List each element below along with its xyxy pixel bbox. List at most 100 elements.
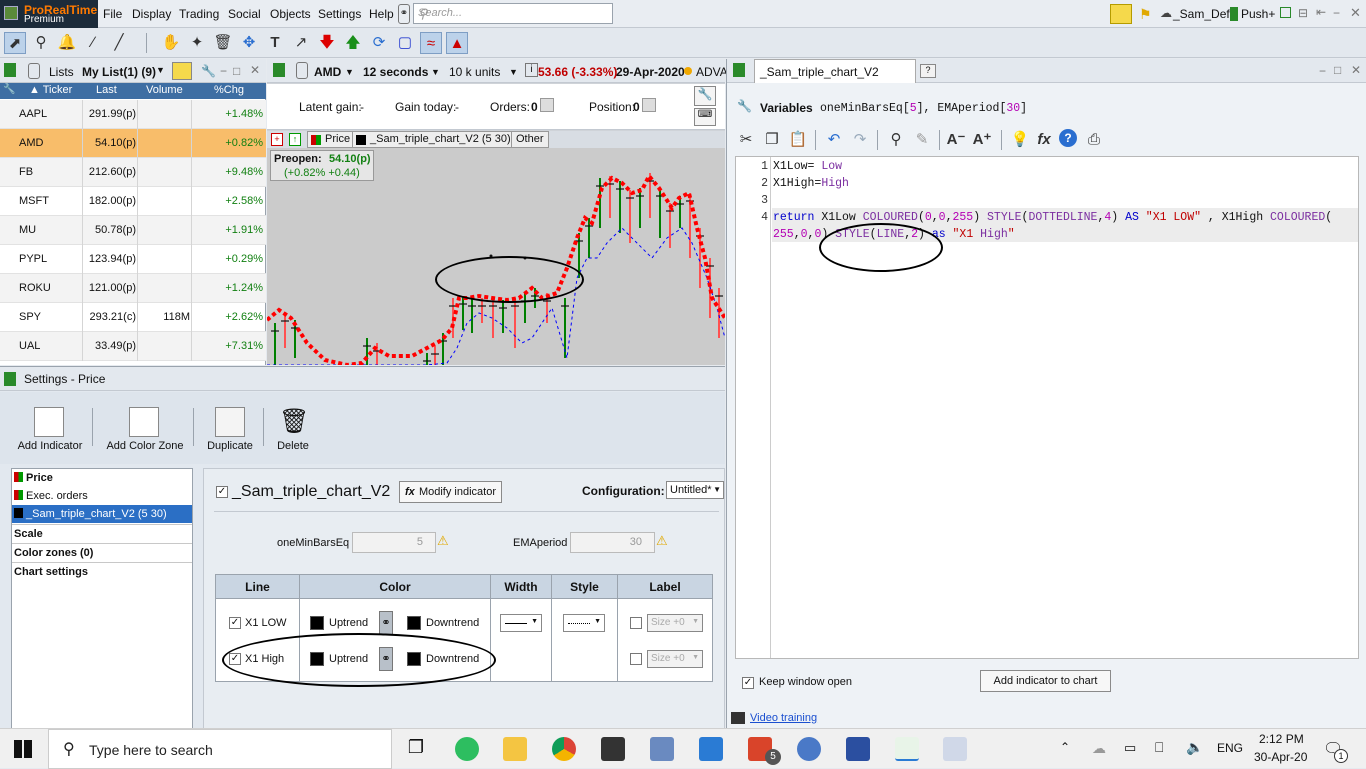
powershell-icon[interactable] bbox=[846, 737, 870, 761]
rectangle-tool-icon[interactable]: ▢ bbox=[394, 32, 416, 54]
up-icon[interactable]: ↑ bbox=[289, 133, 301, 146]
watchlist-row[interactable]: AAPL 291.99(p) +1.48% bbox=[0, 100, 266, 129]
help-tab-icon[interactable]: ? bbox=[920, 64, 936, 78]
tab-indicator[interactable]: _Sam_triple_chart_V2 (5 30) bbox=[352, 131, 515, 148]
redo-icon[interactable]: ↷ bbox=[849, 129, 871, 151]
col-ticker[interactable]: ▲ Ticker bbox=[29, 84, 72, 96]
configuration-select[interactable]: Untitled* ▼ bbox=[666, 481, 724, 499]
add-indicator-to-chart-button[interactable]: Add indicator to chart bbox=[980, 670, 1111, 692]
print-icon[interactable]: ⎙ bbox=[1083, 129, 1105, 151]
watchlist-row[interactable]: AMD 54.10(p) +0.82% bbox=[0, 129, 266, 158]
push-label[interactable]: Push+ bbox=[1241, 7, 1275, 21]
menu-file[interactable]: File bbox=[103, 7, 122, 21]
search-input[interactable]: Search... ⚲ bbox=[413, 3, 613, 24]
watchlist-row[interactable]: MSFT 182.00(p) +2.58% bbox=[0, 187, 266, 216]
tab-price[interactable]: Price bbox=[307, 131, 355, 148]
comment-icon[interactable]: ✎ bbox=[911, 129, 933, 151]
label-size-select[interactable]: Size +0 ▼ bbox=[647, 650, 703, 668]
code-line[interactable]: X1High=High bbox=[773, 177, 849, 190]
tree-item-indicator[interactable]: _Sam_triple_chart_V2 (5 30) bbox=[12, 505, 192, 523]
undo-icon[interactable]: ↶ bbox=[823, 129, 845, 151]
snip-icon[interactable] bbox=[943, 737, 967, 761]
tab-other[interactable]: Other bbox=[511, 131, 549, 148]
link-icon[interactable] bbox=[296, 62, 308, 79]
tree-item-exec-orders[interactable]: Exec. orders bbox=[12, 487, 192, 505]
add-color-zone-button[interactable]: Add Color Zone bbox=[104, 440, 186, 452]
tree-section-scale[interactable]: Scale bbox=[12, 524, 192, 543]
code-line[interactable]: X1Low= Low bbox=[773, 160, 842, 173]
pencil-icon[interactable] bbox=[1110, 4, 1132, 24]
tab-editor[interactable]: _Sam_triple_chart_V2 bbox=[754, 59, 916, 83]
tree-section-color-zones[interactable]: Color zones (0) bbox=[12, 543, 192, 562]
param-ema-field[interactable]: 30 bbox=[570, 532, 655, 553]
lightbulb-icon[interactable]: 💡 bbox=[1009, 129, 1031, 151]
maximize-icon[interactable]: □ bbox=[233, 64, 240, 78]
task-view-icon[interactable]: ❐ bbox=[404, 737, 428, 761]
label-checkbox[interactable] bbox=[630, 617, 642, 629]
wrench-icon[interactable]: 🔧 bbox=[737, 99, 752, 113]
link-colors-icon[interactable]: ⚭ bbox=[379, 611, 393, 635]
menu-display[interactable]: Display bbox=[132, 7, 171, 21]
language-indicator[interactable]: ENG bbox=[1217, 741, 1243, 755]
price-chart[interactable]: Preopen: 54.10(p) (+0.82% +0.44) bbox=[267, 148, 725, 365]
trash-tool-icon[interactable]: 🗑 bbox=[212, 32, 234, 54]
menu-trading[interactable]: Trading bbox=[179, 7, 219, 21]
line-visible-checkbox[interactable]: ✓ bbox=[229, 617, 241, 629]
cut-icon[interactable]: ✂ bbox=[735, 129, 757, 151]
line-tool-icon[interactable]: ╱ bbox=[108, 32, 130, 54]
clock-date[interactable]: 30-Apr-20 bbox=[1254, 750, 1307, 764]
cloud-icon[interactable]: ☁ bbox=[1092, 740, 1106, 757]
modify-indicator-button[interactable]: fx Modify indicator bbox=[399, 481, 502, 503]
segment-tool-icon[interactable]: ∕ bbox=[82, 32, 104, 54]
tree-item-price[interactable]: Price bbox=[12, 469, 192, 487]
battery-icon[interactable]: ▭ bbox=[1124, 740, 1136, 756]
add-indicator-button[interactable]: Add Indicator bbox=[14, 440, 86, 452]
wrench-icon[interactable]: 🔧 bbox=[694, 86, 716, 106]
chevron-down-icon[interactable]: ▼ bbox=[509, 67, 518, 77]
network-icon[interactable]: ⎕ bbox=[1155, 739, 1163, 756]
menu-settings[interactable]: Settings bbox=[318, 7, 361, 21]
units-selector[interactable]: 10 k units bbox=[449, 65, 500, 79]
chevron-up-icon[interactable]: ⌃ bbox=[1060, 740, 1070, 754]
text-tool-icon[interactable]: T bbox=[264, 32, 286, 54]
duplicate-icon[interactable] bbox=[215, 407, 245, 437]
code-line[interactable]: return X1Low COLOURED(0,0,255) STYLE(DOT… bbox=[773, 211, 1332, 224]
watchlist-row[interactable]: SPY 293.21(c) 118M +2.62% bbox=[0, 303, 266, 332]
minimize-icon[interactable]: − bbox=[220, 64, 227, 78]
trend-tool-icon[interactable]: ≈ bbox=[420, 32, 442, 54]
add-color-zone-icon[interactable] bbox=[129, 407, 159, 437]
network-app-icon[interactable] bbox=[650, 737, 674, 761]
watchlist-row[interactable]: PYPL 123.94(p) +0.29% bbox=[0, 245, 266, 274]
duplicate-button[interactable]: Duplicate bbox=[203, 440, 257, 452]
buy-arrow-icon[interactable]: 🡅 bbox=[342, 32, 364, 54]
indicator-visible-checkbox[interactable]: ✓ bbox=[216, 486, 228, 498]
delete-button[interactable]: Delete bbox=[272, 440, 314, 452]
trash-icon[interactable]: 🗑 bbox=[279, 407, 309, 437]
paste-icon[interactable]: 📋 bbox=[787, 129, 809, 151]
hand-tool-icon[interactable]: ✋ bbox=[160, 32, 182, 54]
watchlist-row[interactable]: FB 212.60(p) +9.48% bbox=[0, 158, 266, 187]
search-icon[interactable]: ⚲ bbox=[885, 129, 907, 151]
store-icon[interactable] bbox=[601, 737, 625, 761]
tree-section-chart-settings[interactable]: Chart settings bbox=[12, 562, 192, 581]
search-icon[interactable]: ⚲ bbox=[418, 6, 608, 22]
col-chg[interactable]: %Chg bbox=[214, 84, 244, 96]
cloud-icon[interactable]: ☁ bbox=[1160, 6, 1172, 20]
line-width-select[interactable]: ▼ bbox=[500, 614, 542, 632]
add-indicator-icon[interactable] bbox=[34, 407, 64, 437]
font-increase-icon[interactable]: A⁺ bbox=[971, 129, 993, 151]
columns-icon[interactable] bbox=[172, 62, 192, 80]
label-checkbox[interactable] bbox=[630, 653, 642, 665]
param-onemin-field[interactable]: 5 bbox=[352, 532, 436, 553]
taskbar-search[interactable]: ⚲ Type here to search bbox=[48, 729, 392, 769]
link-icon[interactable] bbox=[28, 63, 40, 79]
uptrend-color-swatch[interactable] bbox=[310, 616, 324, 630]
volume-icon[interactable]: 🔈 bbox=[1186, 739, 1203, 756]
keyboard-icon[interactable]: ⌨ bbox=[694, 108, 716, 126]
window-icon[interactable] bbox=[1280, 7, 1291, 18]
orders-icon[interactable] bbox=[540, 98, 554, 112]
arrow-tool-icon[interactable]: ↗ bbox=[290, 32, 312, 54]
minimize-icon[interactable]: − bbox=[1319, 64, 1326, 78]
lists-button[interactable]: Lists bbox=[49, 65, 74, 79]
vscode-icon[interactable] bbox=[699, 737, 723, 761]
